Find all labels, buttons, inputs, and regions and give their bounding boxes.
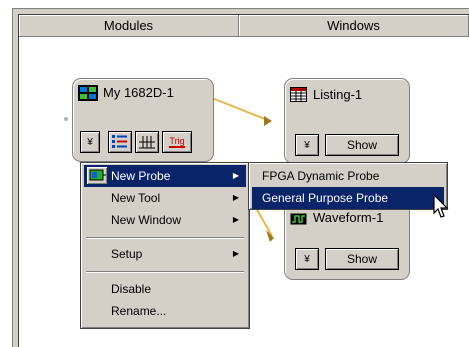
menu-item-rename[interactable]: Rename...: [84, 300, 246, 322]
menu-item-label: Setup: [111, 247, 143, 261]
listing-icon: [290, 87, 307, 102]
probe-icon: [87, 167, 107, 184]
module-title: My 1682D-1: [103, 85, 174, 100]
submenu-arrow-icon: ▶: [232, 171, 239, 180]
submenu-arrow-icon: ▶: [232, 215, 239, 224]
module-card[interactable]: My 1682D-1 ¥ Trig: [72, 78, 214, 162]
trigger-label: Trig: [169, 136, 185, 148]
module-icon: [78, 85, 98, 101]
menu-item-label: Disable: [111, 282, 152, 296]
menu-item-new-tool[interactable]: New Tool ▶: [84, 187, 246, 209]
submenu-item-fpga-dynamic-probe[interactable]: FPGA Dynamic Probe: [252, 165, 444, 187]
menu-item-label: Rename...: [111, 304, 167, 318]
submenu-arrow-icon: ▶: [232, 193, 239, 202]
menu-item-new-window[interactable]: New Window ▶: [84, 209, 246, 231]
module-context-menu: New Probe ▶ New Tool ▶ New Window ▶ Setu…: [80, 162, 250, 329]
menu-item-label: New Probe: [111, 169, 171, 183]
connector-to-listing: [211, 97, 271, 122]
waveform-dropdown-button[interactable]: ¥: [295, 248, 319, 270]
menu-item-new-probe[interactable]: New Probe ▶: [84, 165, 246, 187]
listing-title: Listing-1: [313, 87, 363, 102]
listing-window-card[interactable]: Listing-1 ¥ Show: [284, 78, 410, 164]
submenu-item-general-purpose-probe[interactable]: General Purpose Probe: [252, 187, 444, 209]
waveform-show-button[interactable]: Show: [325, 248, 399, 270]
menu-item-disable[interactable]: Disable: [84, 278, 246, 300]
sampling-setup-icon: [112, 135, 127, 148]
sampling-setup-button[interactable]: [108, 131, 132, 153]
connector-dot: [64, 117, 68, 121]
new-probe-submenu: FPGA Dynamic Probe General Purpose Probe: [248, 162, 448, 210]
waveform-icon: [290, 213, 307, 225]
trigger-button[interactable]: Trig: [162, 131, 192, 153]
menu-item-setup[interactable]: Setup ▶: [84, 243, 246, 265]
menu-separator: [86, 237, 244, 239]
waveform-title: Waveform-1: [313, 210, 384, 225]
bus-signal-icon: [139, 136, 155, 149]
connector-arrow-listing: [264, 116, 272, 126]
mouse-cursor-icon: [433, 194, 449, 218]
submenu-arrow-icon: ▶: [232, 249, 239, 258]
bus-signal-setup-button[interactable]: [135, 131, 159, 153]
listing-dropdown-button[interactable]: ¥: [295, 134, 319, 156]
menu-separator: [86, 271, 244, 273]
menu-item-label: New Window: [111, 213, 182, 227]
listing-show-button[interactable]: Show: [325, 134, 399, 156]
menu-item-label: New Tool: [111, 191, 161, 205]
module-dropdown-button[interactable]: ¥: [80, 131, 100, 153]
